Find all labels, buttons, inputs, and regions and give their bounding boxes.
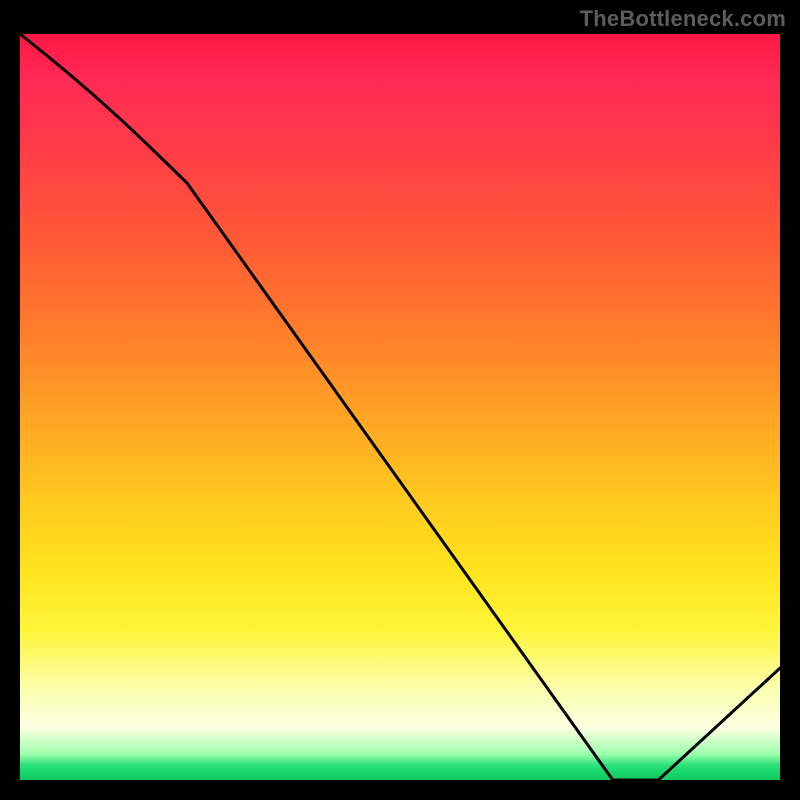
attribution-text: TheBottleneck.com [580,6,786,32]
plot-area [20,34,780,780]
heat-gradient [20,34,780,780]
chart-stage: TheBottleneck.com [0,0,800,800]
